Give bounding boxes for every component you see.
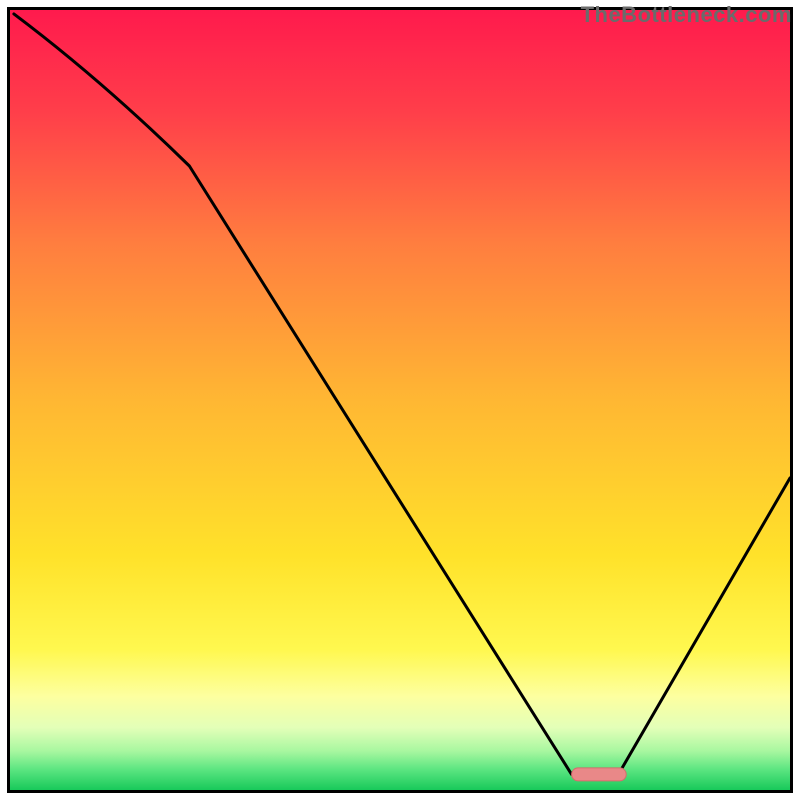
optimal-range-marker: [572, 768, 627, 781]
chart-canvas: TheBottleneck.com: [0, 0, 800, 800]
marker-layer: [10, 10, 790, 790]
plot-frame: [7, 7, 793, 793]
watermark-text: TheBottleneck.com: [581, 2, 792, 28]
